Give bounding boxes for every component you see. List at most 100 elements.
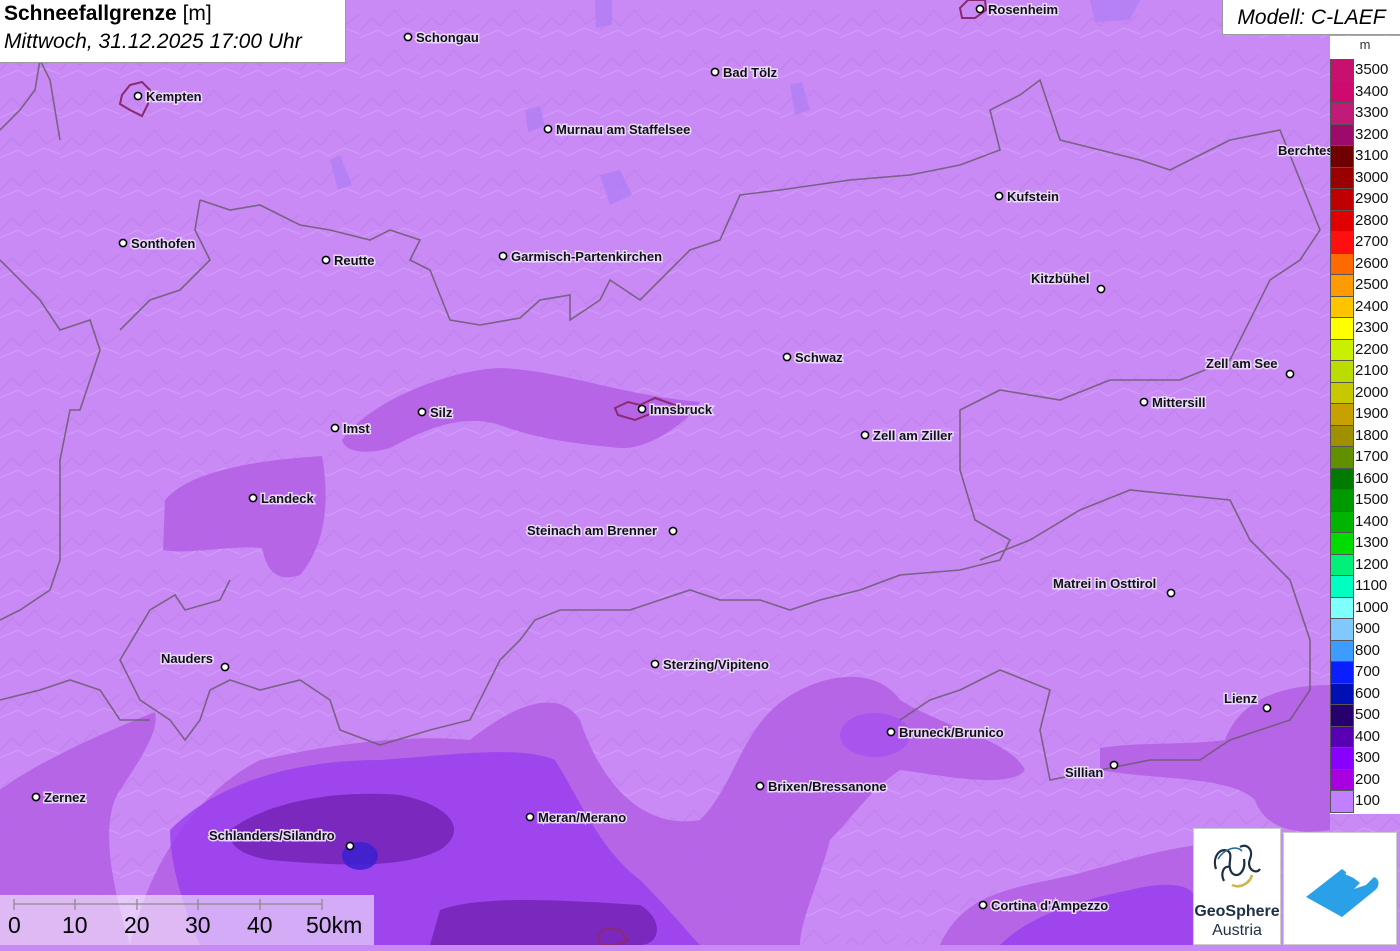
city-marker: Rosenheim — [975, 1, 1060, 19]
scale-label-0: 0 — [8, 912, 21, 938]
scale-label-50km: 50km — [306, 912, 363, 938]
legend-label-1200: 1200 — [1355, 555, 1389, 573]
city-dot — [118, 238, 128, 248]
geosphere-logo-subtitle: Austria — [1212, 922, 1262, 939]
city-dot — [860, 430, 870, 440]
legend-label-2900: 2900 — [1355, 190, 1389, 207]
legend-label-1700: 1700 — [1355, 448, 1389, 465]
city-label: Sterzing/Vipiteno — [663, 657, 769, 672]
legend-swatch-3200 — [1330, 123, 1354, 146]
legend-label-2000: 2000 — [1355, 383, 1389, 401]
city-label: Meran/Merano — [538, 810, 626, 825]
map-title: Schneefallgrenze [m] — [4, 2, 341, 26]
scale-label-10: 10 — [62, 912, 88, 938]
city-dot — [755, 781, 765, 791]
city-dot — [330, 423, 340, 433]
city-dot — [668, 526, 678, 536]
legend-label-3200: 3200 — [1355, 125, 1389, 143]
legend-swatch-500 — [1330, 704, 1354, 727]
legend-swatch-800 — [1330, 639, 1354, 662]
legend-label-2400: 2400 — [1355, 297, 1389, 315]
legend-swatch-1600 — [1330, 467, 1354, 490]
map-title-box: Schneefallgrenze [m] Mittwoch, 31.12.202… — [0, 0, 346, 63]
legend-label-1600: 1600 — [1355, 469, 1389, 487]
city-marker: Zell am Ziller — [860, 427, 954, 445]
city-dot — [1262, 703, 1272, 713]
city-label: Schwaz — [795, 350, 843, 365]
legend-swatch-2100 — [1330, 360, 1354, 383]
legend-label-2500: 2500 — [1355, 276, 1389, 293]
legend-swatch-2900 — [1330, 188, 1354, 211]
legend-label-2800: 2800 — [1355, 211, 1389, 229]
city-dot — [1139, 397, 1149, 407]
city-marker: Schongau — [403, 29, 480, 47]
city-dot — [975, 4, 985, 14]
city-marker: Brixen/Bressanone — [755, 778, 888, 796]
city-label: Silz — [430, 405, 453, 420]
legend-swatch-200 — [1330, 768, 1354, 791]
city-dot — [525, 812, 535, 822]
city-label: Berchtes — [1278, 143, 1334, 158]
legend-label-700: 700 — [1355, 663, 1381, 680]
legend-swatch-1400 — [1330, 510, 1354, 533]
city-marker: Sterzing/Vipiteno — [650, 656, 770, 674]
legend-label-300: 300 — [1355, 749, 1381, 766]
legend-swatch-2000 — [1330, 381, 1354, 404]
city-label: Bruneck/Brunico — [899, 725, 1004, 740]
model-label: Modell: C-LAEF — [1222, 0, 1400, 35]
city-label: Sonthofen — [131, 236, 195, 251]
legend-swatch-1000 — [1330, 596, 1354, 619]
legend-label-2600: 2600 — [1355, 254, 1389, 272]
city-label: Zell am Ziller — [873, 428, 952, 443]
legend-label-1100: 1100 — [1355, 577, 1388, 594]
city-label: Cortina d'Ampezzo — [991, 898, 1108, 913]
legend-label-2700: 2700 — [1355, 233, 1389, 250]
city-label: Zell am See — [1206, 356, 1278, 371]
legend-swatch-100 — [1330, 790, 1354, 813]
city-label: Reutte — [334, 253, 374, 268]
city-label: Murnau am Staffelsee — [556, 122, 690, 137]
city-dot — [133, 91, 143, 101]
legend-swatch-900 — [1330, 618, 1354, 641]
city-label: Brixen/Bressanone — [768, 779, 887, 794]
legend-label-1300: 1300 — [1355, 534, 1389, 551]
city-label: Rosenheim — [988, 2, 1058, 17]
scale-label-20: 20 — [124, 912, 150, 938]
scale-label-30: 30 — [185, 912, 211, 938]
app-logo[interactable] — [1283, 832, 1397, 945]
city-dot — [1109, 760, 1119, 770]
city-label: Nauders — [161, 651, 213, 666]
geosphere-logo[interactable]: GeoSphere Austria — [1193, 828, 1281, 945]
legend-swatch-2200 — [1330, 338, 1354, 361]
city-dot — [345, 841, 355, 851]
legend-label-1800: 1800 — [1355, 426, 1389, 444]
city-dot — [417, 407, 427, 417]
city-dot — [650, 659, 660, 669]
snowfall-limit-map[interactable]: Rosenheim Schongau Bad Tölz Kempten Murnau a… — [0, 0, 1400, 945]
city-label: Garmisch-Partenkirchen — [511, 249, 662, 264]
city-dot — [321, 255, 331, 265]
legend-swatch-2500 — [1330, 274, 1354, 297]
city-label: Mittersill — [1152, 395, 1205, 410]
map-datetime: Mittwoch, 31.12.2025 17:00 Uhr — [4, 30, 302, 53]
city-marker: Sonthofen — [118, 235, 197, 253]
legend-label-3400: 3400 — [1355, 82, 1389, 100]
legend-swatch-2700 — [1330, 231, 1354, 254]
geosphere-logo-title: GeoSphere — [1194, 903, 1280, 920]
geosphere-emblem-icon — [1213, 844, 1261, 888]
legend-label-1000: 1000 — [1355, 598, 1389, 616]
city-label: Kufstein — [1007, 189, 1059, 204]
legend-swatch-3300 — [1330, 102, 1354, 125]
scale-label-40: 40 — [247, 912, 273, 938]
city-dot — [994, 191, 1004, 201]
city-marker: Innsbruck — [637, 401, 714, 419]
city-label: Sillian — [1065, 765, 1103, 780]
city-label: Kempten — [146, 89, 202, 104]
city-marker: Bruneck/Brunico — [886, 724, 1005, 742]
legend-label-100: 100 — [1355, 792, 1381, 809]
city-label: Bad Tölz — [723, 65, 778, 80]
city-marker: Meran/Merano — [525, 809, 628, 827]
city-dot — [637, 404, 647, 414]
legend-swatch-3500 — [1330, 59, 1354, 82]
city-dot — [220, 662, 230, 672]
